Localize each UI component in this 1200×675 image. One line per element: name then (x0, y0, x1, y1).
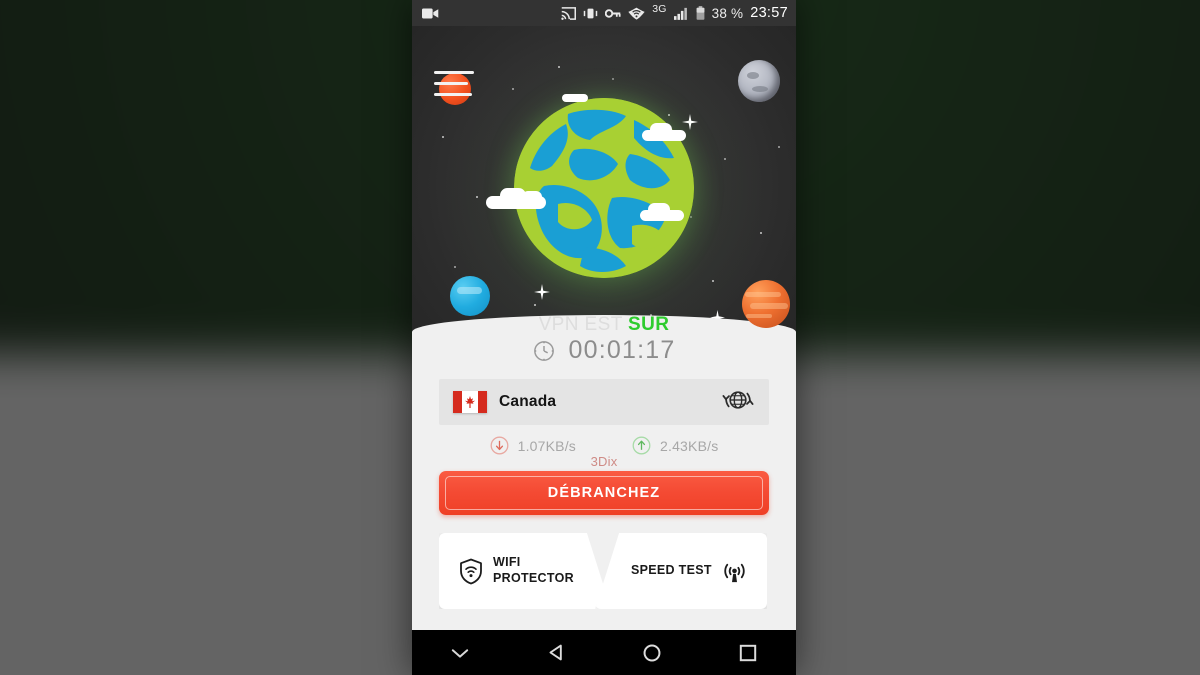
home-circle-icon[interactable] (622, 630, 682, 675)
wifi-protector-line2: PROTECTOR (493, 571, 574, 585)
clock-label: 23:57 (750, 5, 788, 21)
disconnect-button[interactable]: DÉBRANCHEZ (439, 471, 769, 515)
vpn-status-text: VPN EST SUR (412, 314, 796, 336)
status-bar: 3G 38 % 23:57 (412, 0, 796, 26)
cloud-icon (650, 123, 672, 136)
battery-icon (696, 6, 705, 20)
clock-icon (533, 340, 554, 361)
disconnect-button-label: DÉBRANCHEZ (547, 485, 661, 501)
canada-flag-icon (453, 391, 487, 413)
chevron-down-icon[interactable] (430, 630, 490, 675)
battery-percent-label: 38 % (711, 5, 744, 21)
cloud-icon (648, 203, 670, 216)
timer-row: 00:01:17 (412, 336, 796, 365)
cast-icon (561, 6, 577, 20)
vpn-status-prefix: VPN EST (538, 314, 629, 335)
wifi-protector-label: WIFI PROTECTOR (493, 555, 574, 586)
shield-wifi-icon (460, 558, 482, 584)
watermark-label: 3Dix (590, 454, 618, 469)
network-type-label: 3G (652, 3, 667, 15)
speed-row: 1.07KB/s 2.43KB/s 3Dix (412, 436, 796, 469)
cyan-planet-icon (450, 276, 490, 316)
globe-refresh-icon[interactable] (721, 383, 755, 422)
bottom-cards: WIFI PROTECTOR SPEED TEST (439, 533, 769, 609)
signal-bars-icon (673, 7, 687, 20)
download-speed-label: 1.07KB/s (517, 437, 576, 454)
server-selector-row[interactable]: Canada (439, 379, 769, 425)
sparkle-icon (534, 284, 550, 300)
android-navigation-bar (412, 630, 796, 675)
recents-square-icon[interactable] (718, 630, 778, 675)
upload-speed-label: 2.43KB/s (660, 437, 719, 454)
speed-test-button[interactable]: SPEED TEST (595, 533, 767, 609)
moon-icon (738, 60, 780, 102)
vpn-status-state: SUR (628, 314, 670, 335)
vpn-key-icon (605, 8, 621, 18)
download-speed: 1.07KB/s (490, 436, 576, 455)
connection-timer: 00:01:17 (568, 336, 676, 364)
camera-recording-icon (422, 8, 439, 18)
phone-screen: 3G 38 % 23:57 VPN EST SUR 00:01:17 Canad… (412, 0, 796, 675)
signal-tower-icon (724, 563, 745, 582)
hamburger-menu-icon[interactable] (434, 68, 480, 102)
back-triangle-icon[interactable] (526, 630, 586, 675)
upload-speed: 2.43KB/s (632, 436, 718, 455)
server-name-label: Canada (499, 393, 557, 410)
upload-arrow-icon (632, 436, 651, 455)
space-scene: VPN EST SUR (412, 26, 796, 345)
vibrate-icon (583, 8, 598, 18)
wifi-shield-icon (628, 7, 645, 20)
speed-test-label: SPEED TEST (631, 563, 712, 578)
control-panel: 00:01:17 Canada 1.07KB/s 2.43KB/s 3Dix D… (412, 315, 796, 630)
wifi-protector-line1: WIFI (493, 555, 521, 570)
download-arrow-icon (490, 436, 509, 455)
wifi-protector-button[interactable]: WIFI PROTECTOR (439, 533, 611, 609)
cloud-icon (522, 191, 542, 203)
cloud-icon (562, 94, 588, 102)
screenshot-root: Cana 1.07K 2.43KB/s (0, 0, 1200, 675)
earth-globe-icon (486, 94, 694, 278)
